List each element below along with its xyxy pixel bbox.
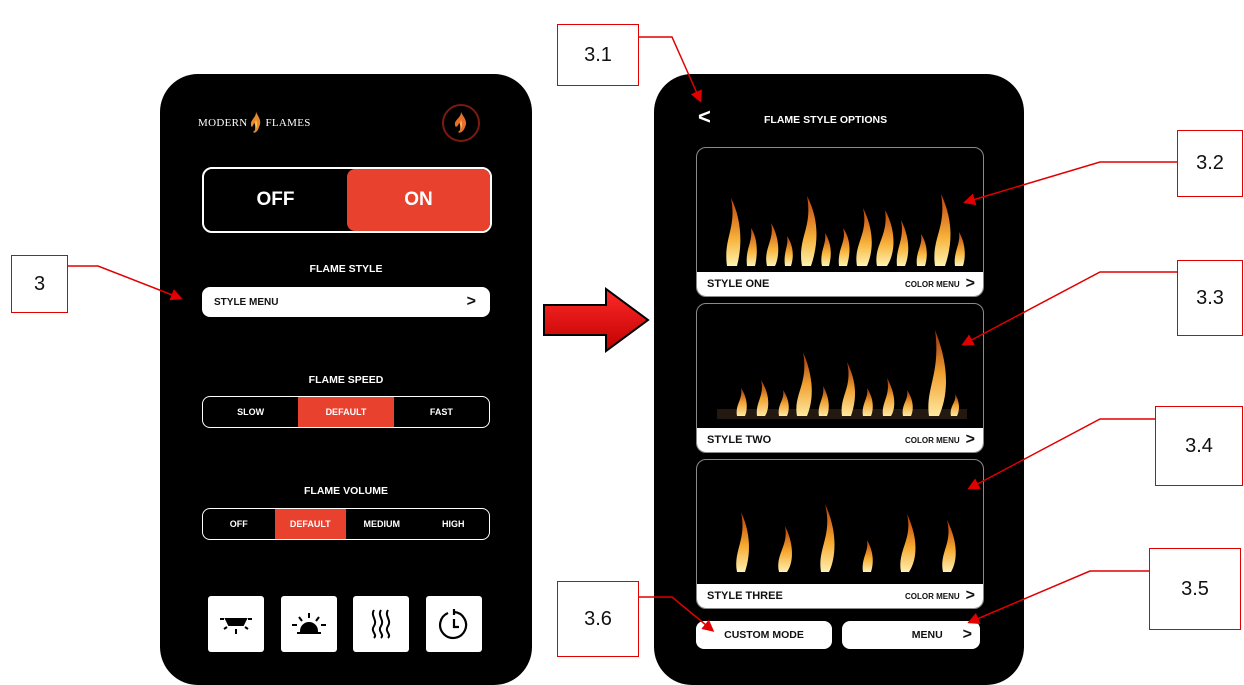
callout-3-2: 3.2: [1177, 130, 1243, 197]
callout-3: 3: [11, 255, 68, 313]
callout-3-1: 3.1: [557, 24, 639, 86]
callout-3-5: 3.5: [1149, 548, 1241, 630]
callout-3-6: 3.6: [557, 581, 639, 657]
callout-3-3: 3.3: [1177, 260, 1243, 336]
callout-3-4: 3.4: [1155, 406, 1243, 486]
